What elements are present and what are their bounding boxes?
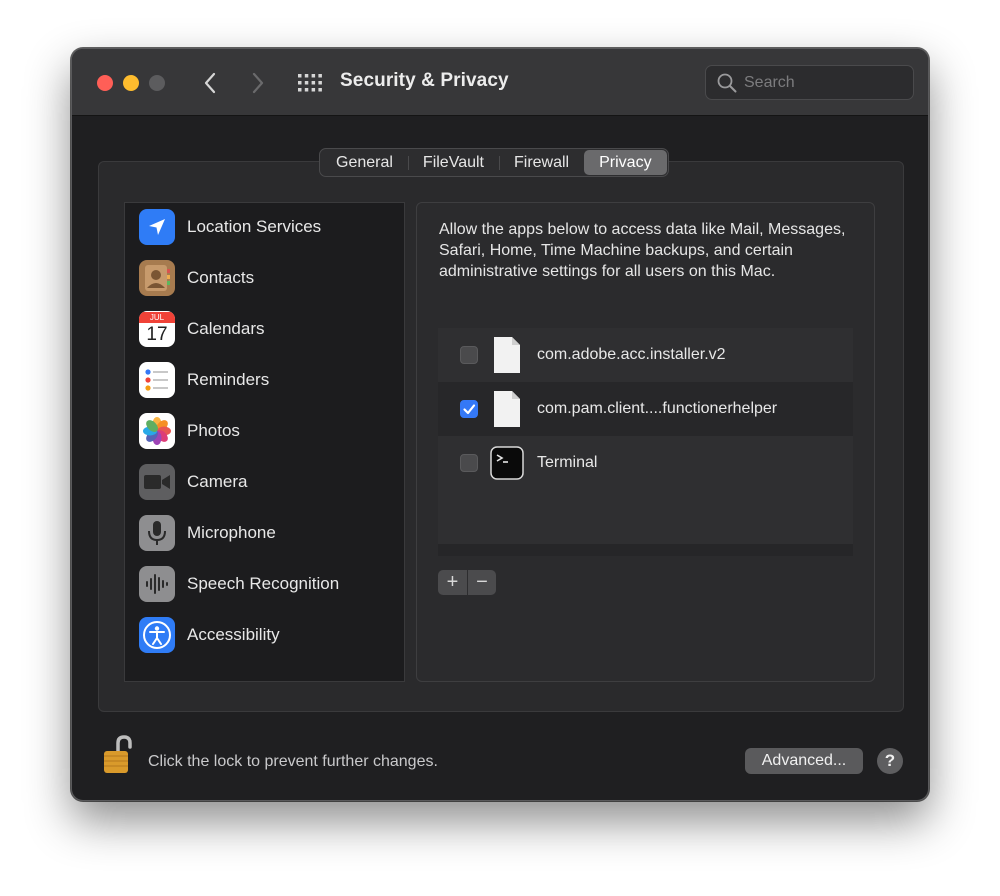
sidebar-item-location-services[interactable]: Location Services [139,207,399,247]
reminders-icon [139,362,175,398]
app-name: com.adobe.acc.installer.v2 [537,346,726,363]
app-list-row[interactable]: Terminal [438,436,853,490]
unlocked-lock-icon[interactable] [102,734,134,778]
sidebar-item-reminders[interactable]: Reminders [139,360,399,400]
sidebar-item-label: Accessibility [187,625,280,644]
location-arrow-icon [139,209,175,245]
tab-firewall[interactable]: Firewall [498,150,584,175]
sidebar-item-label: Photos [187,421,240,440]
calendar-month-label: JUL [139,311,175,323]
sidebar-item-calendars[interactable]: JUL 17 Calendars [139,309,399,349]
app-list-row[interactable]: com.adobe.acc.installer.v2 [438,328,853,382]
app-permission-checkbox[interactable] [460,400,478,418]
lock-status-text: Click the lock to prevent further change… [148,753,438,770]
forward-button[interactable] [244,69,272,97]
sidebar-item-label: Calendars [187,319,265,338]
zoom-window-button[interactable] [149,75,165,91]
sidebar-item-label: Speech Recognition [187,574,340,593]
document-icon [494,391,520,427]
minimize-window-button[interactable] [123,75,139,91]
search-field[interactable] [705,65,914,100]
photos-icon [139,413,175,449]
sidebar-item-label: Microphone [187,523,276,542]
sidebar-item-photos[interactable]: Photos [139,411,399,451]
accessibility-icon [139,617,175,653]
app-list: com.adobe.acc.installer.v2 com.pam.clien… [438,328,853,556]
calendar-day-label: 17 [146,323,168,345]
checkmark-icon [463,404,476,415]
tab-filevault[interactable]: FileVault [407,150,499,175]
security-privacy-window: Security & Privacy General FileVault Fir… [71,48,929,801]
app-permission-checkbox[interactable] [460,454,478,472]
close-window-button[interactable] [97,75,113,91]
sidebar-item-accessibility[interactable]: Accessibility [139,615,399,655]
document-icon [494,337,520,373]
sidebar-item-label: Contacts [187,268,255,287]
help-button[interactable]: ? [877,748,903,774]
calendar-icon: JUL 17 [139,311,175,347]
camera-icon [139,464,175,500]
window-title: Security & Privacy [340,70,509,91]
privacy-category-list: Location Services Contacts JUL 17 Calend… [124,202,405,682]
sidebar-item-label: Location Services [187,217,322,236]
chevron-left-icon [204,72,216,94]
show-all-button[interactable] [297,71,323,95]
microphone-icon [139,515,175,551]
sidebar-item-label: Camera [187,472,248,491]
sidebar-item-label: Reminders [187,370,270,389]
privacy-detail-panel: Allow the apps below to access data like… [416,202,875,682]
search-input[interactable] [744,72,904,94]
remove-app-button[interactable]: − [467,570,496,595]
speech-waveform-icon [139,566,175,602]
tab-privacy[interactable]: Privacy [584,150,667,175]
app-name: com.pam.client....functionerhelper [537,400,778,417]
add-app-button[interactable]: + [438,570,467,595]
privacy-description: Allow the apps below to access data like… [439,221,846,280]
contacts-icon [139,260,175,296]
terminal-icon [490,446,524,480]
empty-list-row [438,490,853,544]
search-icon [717,73,737,93]
app-list-row[interactable]: com.pam.client....functionerhelper [438,382,853,436]
chevron-right-icon [252,72,264,94]
tab-general[interactable]: General [321,150,408,175]
sidebar-item-camera[interactable]: Camera [139,462,399,502]
tab-bar: General FileVault Firewall Privacy [319,148,669,177]
sidebar-item-contacts[interactable]: Contacts [139,258,399,298]
advanced-button[interactable]: Advanced... [745,748,863,774]
titlebar: Security & Privacy [72,49,928,116]
sidebar-item-speech-recognition[interactable]: Speech Recognition [139,564,399,604]
grid-icon [298,74,322,92]
back-button[interactable] [196,69,224,97]
app-permission-checkbox[interactable] [460,346,478,364]
add-remove-control: + − [438,570,496,595]
sidebar-item-microphone[interactable]: Microphone [139,513,399,553]
app-name: Terminal [537,454,598,471]
